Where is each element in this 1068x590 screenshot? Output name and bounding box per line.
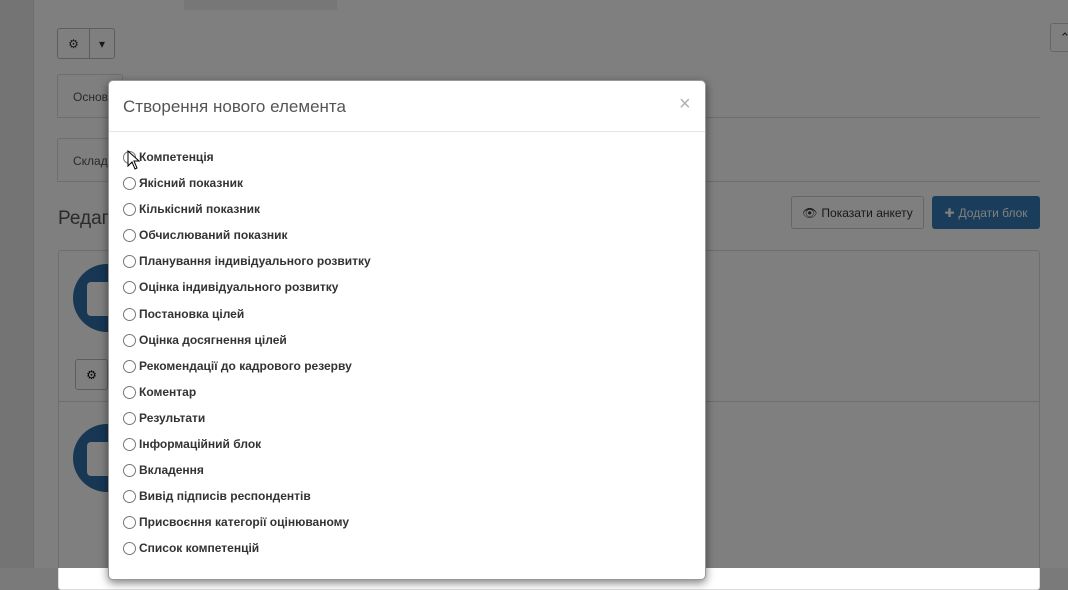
radio-button[interactable] [123,490,136,504]
radio-button[interactable] [123,411,136,425]
option-info-block[interactable]: Інформаційний блок [123,437,371,463]
modal-title: Створення нового елемента [123,97,346,116]
option-label: Результати [139,410,206,425]
option-label: Планування індивідуального розвитку [139,254,371,269]
modal-header: Створення нового елемента × [109,81,705,132]
option-competency[interactable]: Компетенція [123,150,371,176]
option-attachments[interactable]: Вкладення [123,463,371,489]
option-development-planning[interactable]: Планування індивідуального розвитку [123,254,371,280]
option-category-assignment[interactable]: Присвоєння категорії оцінюваному [123,515,371,541]
option-reserve-recommendations[interactable]: Рекомендації до кадрового резерву [123,359,371,385]
radio-button[interactable] [123,229,136,243]
option-goal-setting[interactable]: Постановка цілей [123,307,371,333]
option-label: Рекомендації до кадрового резерву [139,358,352,373]
mouse-cursor-icon [127,150,141,170]
radio-button[interactable] [123,203,136,217]
option-quality-indicator[interactable]: Якісний показник [123,176,371,202]
close-icon[interactable]: × [679,94,691,114]
option-comment[interactable]: Коментар [123,385,371,411]
option-label: Оцінка досягнення цілей [139,332,287,347]
radio-button[interactable] [123,177,136,191]
option-label: Постановка цілей [139,306,245,321]
element-type-list: Компетенція Якісний показник Кількісний … [123,150,371,568]
radio-button[interactable] [123,359,136,373]
option-quantity-indicator[interactable]: Кількісний показник [123,202,371,228]
option-development-assessment[interactable]: Оцінка індивідуального розвитку [123,280,371,306]
radio-button[interactable] [123,542,136,556]
create-element-modal: Створення нового елемента × Компетенція … [108,80,706,580]
radio-button[interactable] [123,385,136,399]
option-label: Присвоєння категорії оцінюваному [139,515,350,530]
option-goal-achievement[interactable]: Оцінка досягнення цілей [123,333,371,359]
radio-button[interactable] [123,464,136,478]
option-competency-list[interactable]: Список компетенцій [123,541,371,567]
radio-button[interactable] [123,438,136,452]
option-label: Обчислюваний показник [139,228,288,243]
option-label: Оцінка індивідуального розвитку [139,280,339,295]
option-calculated-indicator[interactable]: Обчислюваний показник [123,228,371,254]
option-label: Вкладення [139,463,204,478]
option-respondent-signatures[interactable]: Вивід підписів респондентів [123,489,371,515]
option-label: Компетенція [139,150,214,164]
option-label: Кількісний показник [139,202,261,217]
radio-button[interactable] [123,516,136,530]
radio-button[interactable] [123,281,136,295]
radio-button[interactable] [123,333,136,347]
option-label: Інформаційний блок [139,437,262,452]
option-results[interactable]: Результати [123,411,371,437]
option-label: Вивід підписів респондентів [139,489,311,504]
radio-button[interactable] [123,255,136,269]
option-label: Коментар [139,384,197,399]
option-label: Список компетенцій [139,541,260,556]
radio-button[interactable] [123,307,136,321]
option-label: Якісний показник [139,176,243,191]
